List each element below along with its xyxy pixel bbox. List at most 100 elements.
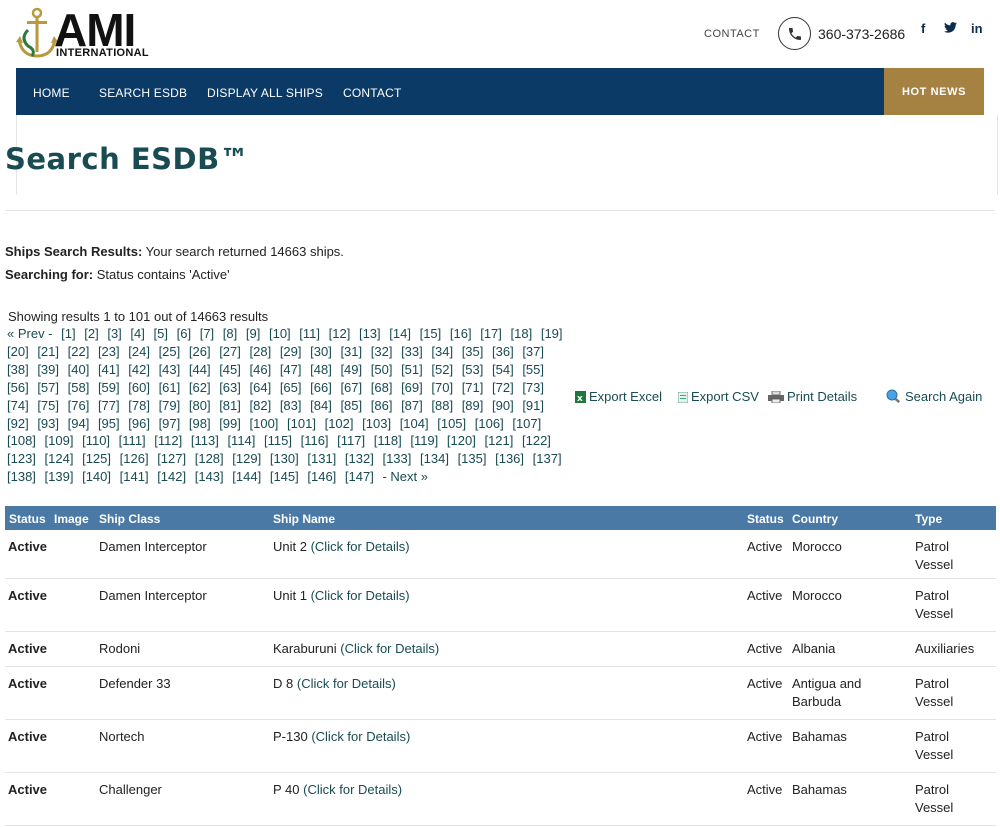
- pagination-page-link[interactable]: [136]: [495, 451, 524, 466]
- pagination-page-link[interactable]: [138]: [7, 469, 36, 484]
- pagination-page-link[interactable]: [64]: [250, 380, 272, 395]
- nav-contact[interactable]: CONTACT: [343, 86, 402, 100]
- pagination-page-link[interactable]: [141]: [120, 469, 149, 484]
- pagination-page-link[interactable]: [87]: [401, 398, 423, 413]
- pagination-page-link[interactable]: [92]: [7, 416, 29, 431]
- pagination-page-link[interactable]: [17]: [480, 326, 502, 341]
- pagination-page-link[interactable]: [139]: [45, 469, 74, 484]
- col-country[interactable]: Country: [792, 512, 838, 526]
- pagination-page-link[interactable]: [111]: [119, 433, 146, 448]
- pagination-page-link[interactable]: [97]: [159, 416, 181, 431]
- pagination-page-link[interactable]: [120]: [447, 433, 476, 448]
- pagination-page-link[interactable]: [19]: [541, 326, 563, 341]
- pagination-page-link[interactable]: [73]: [522, 380, 544, 395]
- pagination-page-link[interactable]: [29]: [280, 344, 302, 359]
- pagination-page-link[interactable]: [84]: [310, 398, 332, 413]
- pagination-page-link[interactable]: [129]: [232, 451, 261, 466]
- pagination-page-link[interactable]: [108]: [7, 433, 36, 448]
- pagination-page-link[interactable]: [14]: [389, 326, 411, 341]
- pagination-page-link[interactable]: [8]: [223, 326, 237, 341]
- pagination-page-link[interactable]: [47]: [280, 362, 302, 377]
- details-link[interactable]: (Click for Details): [311, 539, 410, 554]
- phone-icon[interactable]: [778, 17, 811, 50]
- pagination-page-link[interactable]: [135]: [458, 451, 487, 466]
- pagination-page-link[interactable]: [133]: [382, 451, 411, 466]
- pagination-page-link[interactable]: [54]: [492, 362, 514, 377]
- pagination-page-link[interactable]: [59]: [98, 380, 120, 395]
- pagination-page-link[interactable]: [41]: [98, 362, 120, 377]
- details-link[interactable]: (Click for Details): [311, 729, 410, 744]
- pagination-page-link[interactable]: [125]: [82, 451, 111, 466]
- pagination-page-link[interactable]: [132]: [345, 451, 374, 466]
- pagination-page-link[interactable]: [61]: [159, 380, 181, 395]
- pagination-page-link[interactable]: [56]: [7, 380, 29, 395]
- nav-search-esdb[interactable]: SEARCH ESDB: [99, 86, 187, 100]
- pagination-page-link[interactable]: [5]: [154, 326, 168, 341]
- pagination-page-link[interactable]: [35]: [462, 344, 484, 359]
- pagination-page-link[interactable]: [99]: [219, 416, 241, 431]
- pagination-page-link[interactable]: [80]: [189, 398, 211, 413]
- pagination-page-link[interactable]: [36]: [492, 344, 514, 359]
- pagination-page-link[interactable]: [2]: [84, 326, 98, 341]
- pagination-page-link[interactable]: [124]: [45, 451, 74, 466]
- pagination-page-link[interactable]: [24]: [128, 344, 150, 359]
- pagination-page-link[interactable]: [89]: [462, 398, 484, 413]
- pagination-page-link[interactable]: [130]: [270, 451, 299, 466]
- pagination-page-link[interactable]: [113]: [191, 433, 219, 448]
- pagination-page-link[interactable]: [114]: [227, 433, 255, 448]
- pagination-page-link[interactable]: [147]: [345, 469, 374, 484]
- pagination-page-link[interactable]: [52]: [431, 362, 453, 377]
- pagination-page-link[interactable]: [117]: [337, 433, 365, 448]
- pagination-page-link[interactable]: [16]: [450, 326, 472, 341]
- pagination-page-link[interactable]: [15]: [420, 326, 442, 341]
- export-csv-link[interactable]: Export CSV: [678, 389, 759, 404]
- pagination-page-link[interactable]: [94]: [68, 416, 90, 431]
- pagination-page-link[interactable]: [46]: [250, 362, 272, 377]
- nav-display-all-ships[interactable]: DISPLAY ALL SHIPS: [207, 86, 323, 100]
- pagination-page-link[interactable]: [104]: [400, 416, 429, 431]
- pagination-page-link[interactable]: [55]: [522, 362, 544, 377]
- pagination-page-link[interactable]: [116]: [301, 433, 329, 448]
- pagination-page-link[interactable]: [96]: [128, 416, 150, 431]
- pagination-page-link[interactable]: [49]: [340, 362, 362, 377]
- print-details-link[interactable]: Print Details: [768, 389, 857, 404]
- pagination-page-link[interactable]: [105]: [437, 416, 466, 431]
- pagination-page-link[interactable]: [140]: [82, 469, 111, 484]
- pagination-page-link[interactable]: [31]: [340, 344, 362, 359]
- pagination-page-link[interactable]: [100]: [250, 416, 279, 431]
- pagination-page-link[interactable]: [118]: [374, 433, 402, 448]
- pagination-page-link[interactable]: [45]: [219, 362, 241, 377]
- pagination-page-link[interactable]: [20]: [7, 344, 29, 359]
- pagination-page-link[interactable]: [34]: [431, 344, 453, 359]
- pagination-page-link[interactable]: [78]: [128, 398, 150, 413]
- pagination-page-link[interactable]: [142]: [157, 469, 186, 484]
- pagination-page-link[interactable]: [62]: [189, 380, 211, 395]
- search-again-link[interactable]: Search Again: [886, 389, 982, 404]
- pagination-page-link[interactable]: [143]: [195, 469, 224, 484]
- hot-news-button[interactable]: HOT NEWS: [884, 68, 984, 115]
- header-contact-link[interactable]: CONTACT: [704, 28, 760, 40]
- pagination-page-link[interactable]: [53]: [462, 362, 484, 377]
- twitter-icon[interactable]: [944, 21, 957, 36]
- pagination-page-link[interactable]: [91]: [522, 398, 544, 413]
- pagination-page-link[interactable]: [3]: [107, 326, 121, 341]
- pagination-page-link[interactable]: [67]: [340, 380, 362, 395]
- pagination-page-link[interactable]: [115]: [264, 433, 292, 448]
- col-status-2[interactable]: Status: [747, 512, 784, 526]
- pagination-page-link[interactable]: [69]: [401, 380, 423, 395]
- pagination-page-link[interactable]: [121]: [484, 433, 513, 448]
- col-type[interactable]: Type: [915, 512, 942, 526]
- pagination-page-link[interactable]: [82]: [250, 398, 272, 413]
- pagination-page-link[interactable]: [44]: [189, 362, 211, 377]
- pagination-page-link[interactable]: [103]: [362, 416, 391, 431]
- pagination-page-link[interactable]: [107]: [512, 416, 541, 431]
- pagination-page-link[interactable]: [22]: [68, 344, 90, 359]
- phone-number[interactable]: 360-373-2686: [818, 26, 905, 42]
- pagination-page-link[interactable]: [58]: [68, 380, 90, 395]
- pagination-page-link[interactable]: [42]: [128, 362, 150, 377]
- details-link[interactable]: (Click for Details): [297, 676, 396, 691]
- pagination-page-link[interactable]: [51]: [401, 362, 423, 377]
- pagination-page-link[interactable]: [93]: [37, 416, 59, 431]
- pagination-page-link[interactable]: [126]: [120, 451, 149, 466]
- pagination-page-link[interactable]: [60]: [128, 380, 150, 395]
